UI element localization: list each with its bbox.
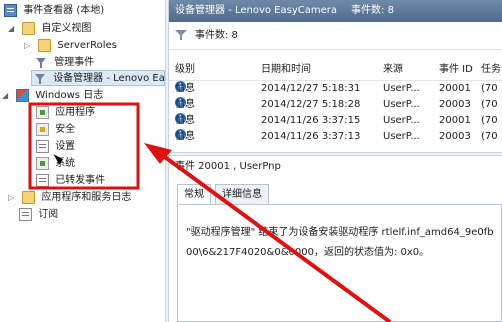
pane-title: 设备管理器 - Lenovo EasyCamera: [175, 5, 338, 16]
folder-icon: [22, 191, 36, 204]
column-event-id[interactable]: 事件 ID: [439, 60, 473, 80]
filter-bar: 事件数: 8: [169, 22, 502, 50]
log-icon: [36, 157, 49, 170]
windows-logs-label: Windows 日志: [35, 90, 104, 101]
table-row[interactable]: i 信息 2014/12/27 5:18:31 UserP... 20001 (7…: [169, 81, 502, 97]
column-source[interactable]: 来源: [383, 60, 403, 80]
event-viewer-icon: [4, 4, 17, 17]
folder-icon: [22, 22, 36, 35]
filter-icon: [175, 29, 187, 41]
horizontal-splitter[interactable]: [169, 152, 502, 156]
pane-event-count: 事件数: 8: [351, 5, 394, 16]
row-datetime: 2014/11/26 3:37:15: [261, 115, 361, 126]
collapsed-triangle-icon[interactable]: ▷: [8, 190, 17, 206]
row-source: UserP...: [383, 115, 420, 126]
log-icon: [36, 123, 49, 136]
row-level-text: 信息: [175, 131, 195, 142]
row-datetime: 2014/11/26 3:37:13: [261, 131, 361, 142]
event-message[interactable]: "驱动程序管理" 结束了为设备安装驱动程序 rtlelf.inf_amd64_9…: [186, 223, 501, 263]
subscriptions-label: 订阅: [38, 209, 59, 220]
column-level[interactable]: 级别: [175, 60, 195, 80]
grid-header: 级别 日期和时间 来源 事件 ID 任务: [169, 60, 502, 81]
server-roles-label: ServerRoles: [57, 40, 117, 51]
device-manager-label: 设备管理器 - Lenovo Ea: [53, 73, 165, 84]
tree-root[interactable]: 事件查看器 (本地): [2, 3, 104, 19]
tree-windows-logs[interactable]: ◢ Windows 日志: [2, 88, 103, 104]
admin-events-label: 管理事件: [54, 57, 95, 68]
log-forwarded-label: 已转发事件: [55, 175, 106, 186]
event-message-line2: 00\6&217F4020&0&0000，返回的状态值为: 0x0。: [186, 247, 430, 258]
tree-server-roles[interactable]: ▷ ServerRoles: [24, 38, 117, 54]
tree-log-application[interactable]: 应用程序: [34, 105, 95, 121]
tree-log-forwarded[interactable]: 已转发事件: [34, 173, 105, 189]
log-icon: [36, 140, 49, 153]
row-datetime: 2014/12/27 5:18:28: [261, 99, 361, 110]
tree-custom-views[interactable]: ◢ 自定义视图: [8, 21, 91, 37]
event-message-line1: "驱动程序管理" 结束了为设备安装驱动程序 rtlelf.inf_amd64_9…: [186, 227, 494, 238]
tree-admin-events[interactable]: 管理事件: [33, 55, 94, 71]
log-icon: [36, 106, 49, 119]
detail-title: 事件 20001 , UserPnp: [175, 161, 281, 172]
event-pane: 设备管理器 - Lenovo EasyCamera 事件数: 8 事件数: 8 级…: [169, 0, 502, 322]
row-event-id: 20001: [439, 115, 471, 126]
tree-subscriptions[interactable]: 订阅: [17, 207, 58, 223]
expanded-triangle-icon[interactable]: ◢: [8, 21, 17, 37]
folder-icon: [38, 39, 52, 52]
table-row[interactable]: i 信息 2014/11/26 3:37:13 UserP... 20003 (7…: [169, 129, 502, 145]
custom-views-label: 自定义视图: [41, 23, 92, 34]
filter-count: 事件数: 8: [195, 30, 238, 41]
log-icon: [36, 174, 49, 187]
row-level-text: 信息: [175, 115, 195, 126]
filter-icon: [34, 72, 47, 85]
filter-icon: [35, 56, 48, 69]
row-task: (70: [481, 99, 498, 110]
tree-apps-services[interactable]: ▷ 应用程序和服务日志: [8, 190, 131, 206]
expanded-triangle-icon[interactable]: ◢: [2, 88, 11, 104]
log-security-label: 安全: [55, 124, 76, 135]
collapsed-triangle-icon[interactable]: ▷: [24, 38, 33, 54]
tab-general[interactable]: 常规: [177, 184, 211, 206]
windows-logs-icon: [16, 89, 30, 102]
tree-log-system[interactable]: 系统: [34, 156, 75, 172]
tree-log-security[interactable]: 安全: [34, 122, 75, 138]
navigation-tree: 事件查看器 (本地) ◢ 自定义视图 ▷ ServerRoles 管理事件 设备…: [0, 0, 165, 322]
column-datetime[interactable]: 日期和时间: [261, 60, 311, 80]
table-row[interactable]: i 信息 2014/12/27 5:18:28 UserP... 20003 (7…: [169, 97, 502, 113]
apps-services-label: 应用程序和服务日志: [41, 192, 132, 203]
pane-title-bar: 设备管理器 - Lenovo EasyCamera 事件数: 8: [169, 0, 502, 22]
row-source: UserP...: [383, 83, 420, 94]
table-row[interactable]: i 信息 2014/11/26 3:37:15 UserP... 20001 (7…: [169, 113, 502, 129]
row-source: UserP...: [383, 131, 420, 142]
event-grid: 级别 日期和时间 来源 事件 ID 任务 i 信息 2014/12/27 5:18…: [169, 60, 502, 145]
tree-device-manager[interactable]: 设备管理器 - Lenovo Ea: [31, 70, 165, 86]
tree-root-label: 事件查看器 (本地): [23, 5, 105, 16]
subscription-icon: [19, 208, 32, 221]
row-task: (70: [481, 115, 498, 126]
row-task: (70: [481, 83, 498, 94]
detail-panel: "驱动程序管理" 结束了为设备安装驱动程序 rtlelf.inf_amd64_9…: [177, 204, 502, 322]
log-application-label: 应用程序: [55, 107, 96, 118]
row-task: (70: [481, 131, 498, 142]
row-event-id: 20003: [439, 99, 471, 110]
row-level-text: 信息: [175, 99, 195, 110]
row-datetime: 2014/12/27 5:18:31: [261, 83, 361, 94]
tab-details[interactable]: 详细信息: [215, 184, 269, 205]
row-level-text: 信息: [175, 83, 195, 94]
row-event-id: 20003: [439, 131, 471, 142]
row-event-id: 20001: [439, 83, 471, 94]
row-source: UserP...: [383, 99, 420, 110]
column-task[interactable]: 任务: [481, 60, 501, 80]
